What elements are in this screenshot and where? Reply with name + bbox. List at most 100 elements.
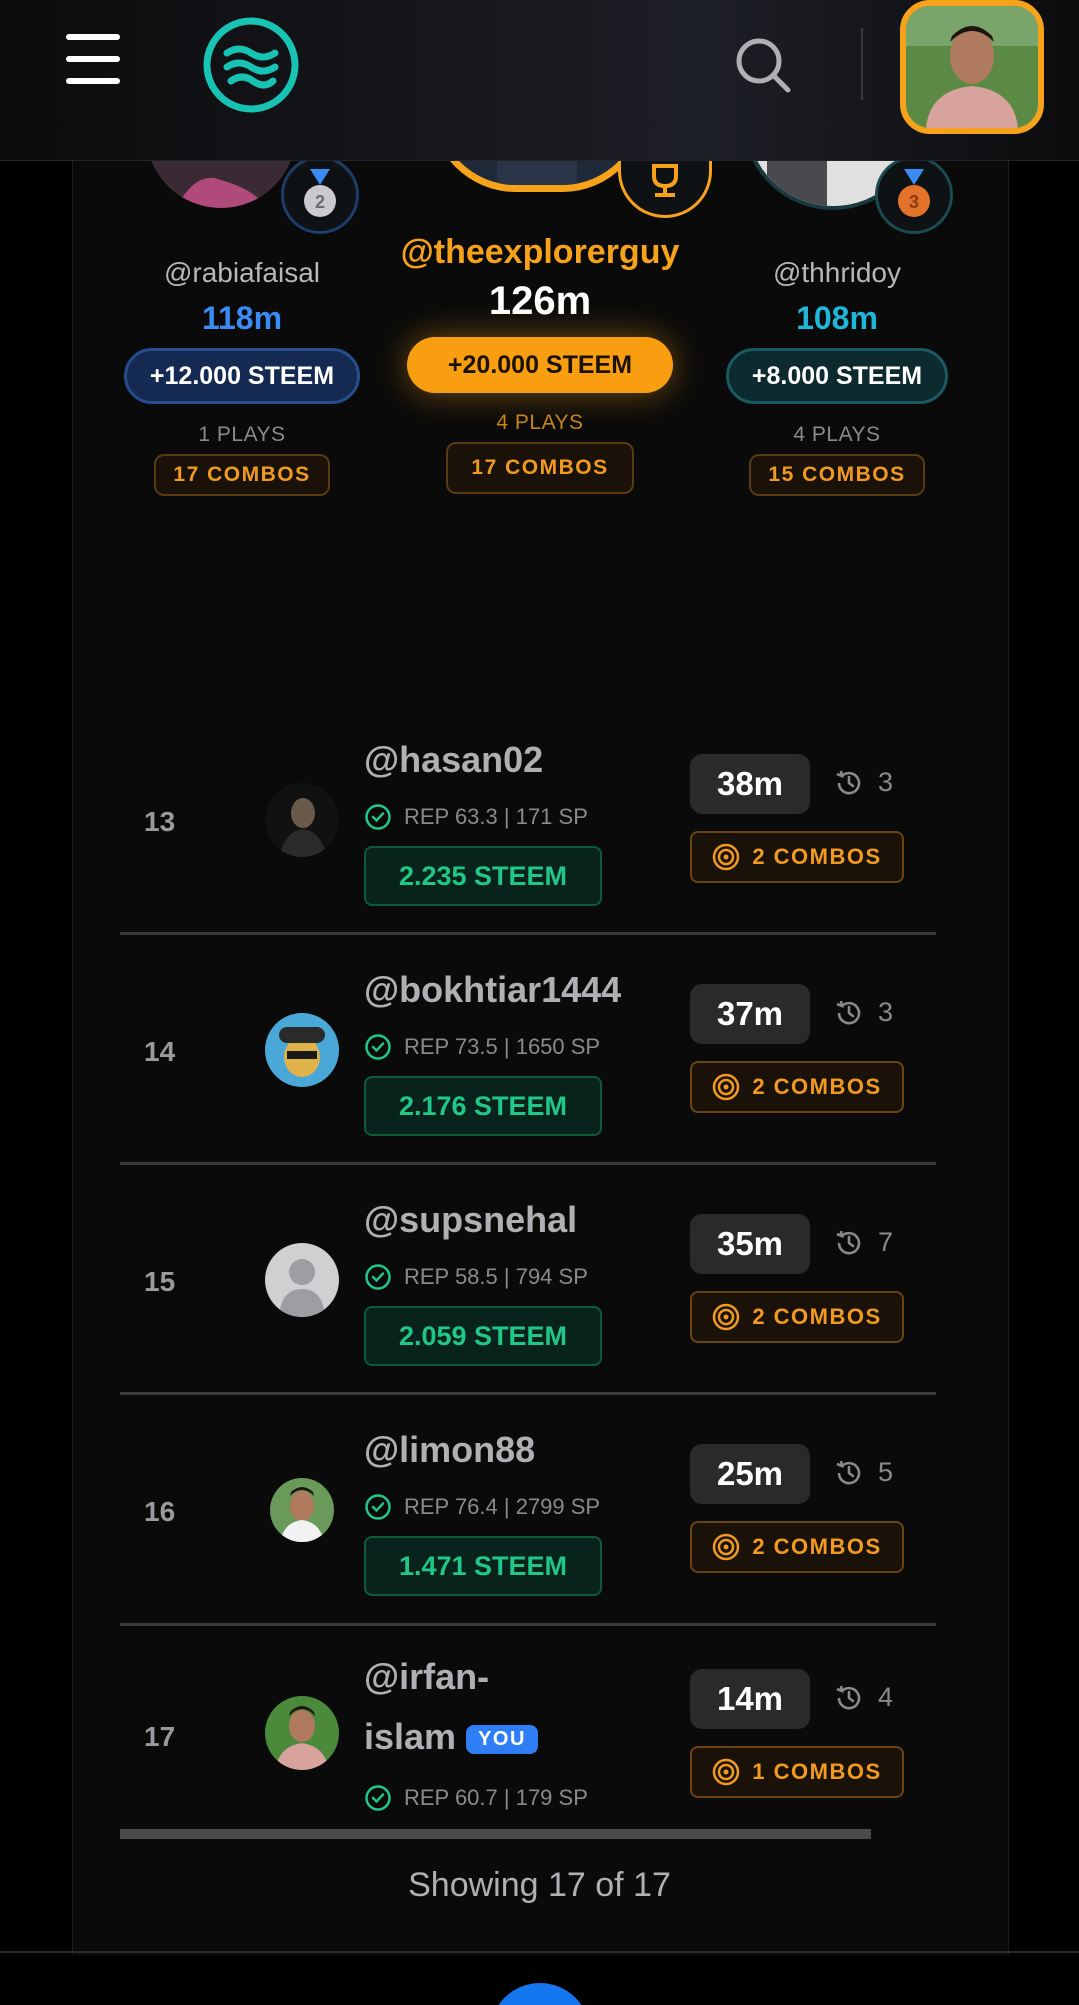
bottom-divider: [0, 1951, 1079, 1953]
username[interactable]: @hasan02: [364, 739, 543, 781]
history-icon: [836, 1685, 861, 1709]
rep-text: REP 73.5 | 1650 SP: [404, 1034, 601, 1059]
avatar[interactable]: [265, 783, 339, 857]
combo-badge: 2 COMBOS: [690, 1061, 904, 1113]
combo-text: 1 COMBOS: [752, 1759, 882, 1784]
rep-text: REP 58.5 | 794 SP: [404, 1264, 588, 1289]
podium-score-2: 118m: [201, 300, 283, 336]
combo-badge: 2 COMBOS: [690, 831, 904, 883]
play-count-value: 3: [878, 767, 894, 797]
history-icon: [836, 770, 861, 794]
combo-badge: 1 COMBOS: [690, 1746, 904, 1798]
podium-username-1[interactable]: @theexplorerguy: [390, 233, 690, 272]
play-count-value: 3: [878, 997, 894, 1027]
header-divider: [861, 28, 863, 100]
table-row[interactable]: 13 @hasan02 REP 63.3 | 171 SP 2.235 STEE…: [120, 705, 936, 935]
rep-text: REP 76.4 | 2799 SP: [404, 1494, 601, 1519]
play-count: 3: [834, 767, 893, 798]
showing-count: Showing 17 of 17: [408, 1866, 671, 1904]
podium-plays-1: 4 PLAYS: [496, 411, 584, 434]
reputation: REP 58.5 | 794 SP: [364, 1263, 588, 1291]
floating-action-button[interactable]: [490, 1983, 590, 2005]
verified-check-icon: [365, 1264, 391, 1290]
podium-plays-3: 4 PLAYS: [793, 423, 881, 446]
play-count-value: 4: [878, 1682, 894, 1712]
play-count-value: 7: [878, 1227, 894, 1257]
steem-reward: 2.059 STEEM: [364, 1306, 602, 1366]
verified-check-icon: [365, 1494, 391, 1520]
menu-icon[interactable]: [66, 34, 126, 86]
podium-username-2[interactable]: @rabiafaisal: [92, 257, 392, 289]
avatar[interactable]: [270, 1478, 334, 1542]
podium-combos-3: 15 COMBOS: [749, 454, 925, 496]
history-icon: [836, 1460, 861, 1484]
reputation: REP 63.3 | 171 SP: [364, 803, 588, 831]
verified-check-icon: [365, 1034, 391, 1060]
avatar[interactable]: [265, 1013, 339, 1087]
rank-number: 15: [144, 1266, 176, 1297]
play-count: 7: [834, 1227, 893, 1258]
username[interactable]: @bokhtiar1444: [364, 969, 621, 1011]
combo-text: 2 COMBOS: [752, 1534, 882, 1559]
rank-number: 17: [144, 1721, 176, 1752]
reputation: REP 60.7 | 179 SP: [364, 1784, 588, 1812]
podium-score-1: 126m: [488, 279, 592, 323]
reputation: REP 76.4 | 2799 SP: [364, 1493, 600, 1521]
avatar[interactable]: [265, 1243, 339, 1317]
play-count-value: 5: [878, 1457, 894, 1487]
rank-number: 14: [144, 1036, 176, 1067]
play-count: 5: [834, 1457, 893, 1488]
podium-reward-3: +8.000 STEEM: [726, 348, 948, 404]
bronze-medal-icon: 3: [875, 156, 953, 234]
username-line-2-text[interactable]: islam: [364, 1716, 456, 1757]
username[interactable]: @supsnehal: [364, 1199, 577, 1241]
target-icon: [713, 843, 740, 871]
rep-text: REP 63.3 | 171 SP: [404, 804, 588, 829]
you-badge: YOU: [466, 1724, 538, 1754]
logo-waves-icon[interactable]: [202, 16, 300, 114]
play-count: 3: [834, 997, 893, 1028]
username[interactable]: @limon88: [364, 1429, 535, 1471]
rank-number: 13: [144, 806, 176, 837]
verified-check-icon: [365, 1785, 391, 1811]
score: 14m: [690, 1669, 810, 1729]
target-icon: [713, 1758, 740, 1786]
combo-text: 2 COMBOS: [752, 1304, 882, 1329]
steem-reward: 1.471 STEEM: [364, 1536, 602, 1596]
play-count: 4: [834, 1682, 893, 1713]
reputation: REP 73.5 | 1650 SP: [364, 1033, 600, 1061]
score: 37m: [690, 984, 810, 1044]
username-line-2[interactable]: islam YOU: [364, 1716, 538, 1758]
podium-score-3: 108m: [796, 300, 878, 336]
score: 38m: [690, 754, 810, 814]
target-icon: [713, 1073, 740, 1101]
table-row[interactable]: 16 @limon88 REP 76.4 | 2799 SP 1.471 STE…: [120, 1395, 936, 1625]
target-icon: [713, 1533, 740, 1561]
podium-combos-1: 17 COMBOS: [446, 442, 634, 494]
podium-plays-2: 1 PLAYS: [198, 423, 286, 446]
svg-text:3: 3: [909, 192, 919, 212]
search-icon[interactable]: [732, 34, 794, 96]
combo-text: 2 COMBOS: [752, 844, 882, 869]
table-row[interactable]: 14 @bokhtiar1444 REP 73.5 | 1650 SP 2.17…: [120, 935, 936, 1165]
table-row-current-user[interactable]: 17 @irfan- islam YOU REP 60.7 | 179 SP 14…: [120, 1626, 936, 1826]
svg-text:2: 2: [315, 192, 325, 212]
username-line-1[interactable]: @irfan-: [364, 1656, 489, 1698]
user-avatar[interactable]: [900, 0, 1044, 134]
podium-reward-1: +20.000 STEEM: [407, 337, 673, 393]
steem-reward: 2.235 STEEM: [364, 846, 602, 906]
avatar[interactable]: [265, 1696, 339, 1770]
history-icon: [836, 1230, 861, 1254]
combo-badge: 2 COMBOS: [690, 1521, 904, 1573]
combo-text: 2 COMBOS: [752, 1074, 882, 1099]
verified-check-icon: [365, 804, 391, 830]
score: 25m: [690, 1444, 810, 1504]
table-row[interactable]: 15 @supsnehal REP 58.5 | 794 SP 2.059 ST…: [120, 1165, 936, 1395]
history-icon: [836, 1000, 861, 1024]
score: 35m: [690, 1214, 810, 1274]
rep-text: REP 60.7 | 179 SP: [404, 1785, 588, 1810]
silver-medal-icon: 2: [281, 156, 359, 234]
horizontal-scrollbar[interactable]: [120, 1829, 871, 1839]
podium-username-3[interactable]: @thhridoy: [687, 257, 987, 289]
combo-badge: 2 COMBOS: [690, 1291, 904, 1343]
